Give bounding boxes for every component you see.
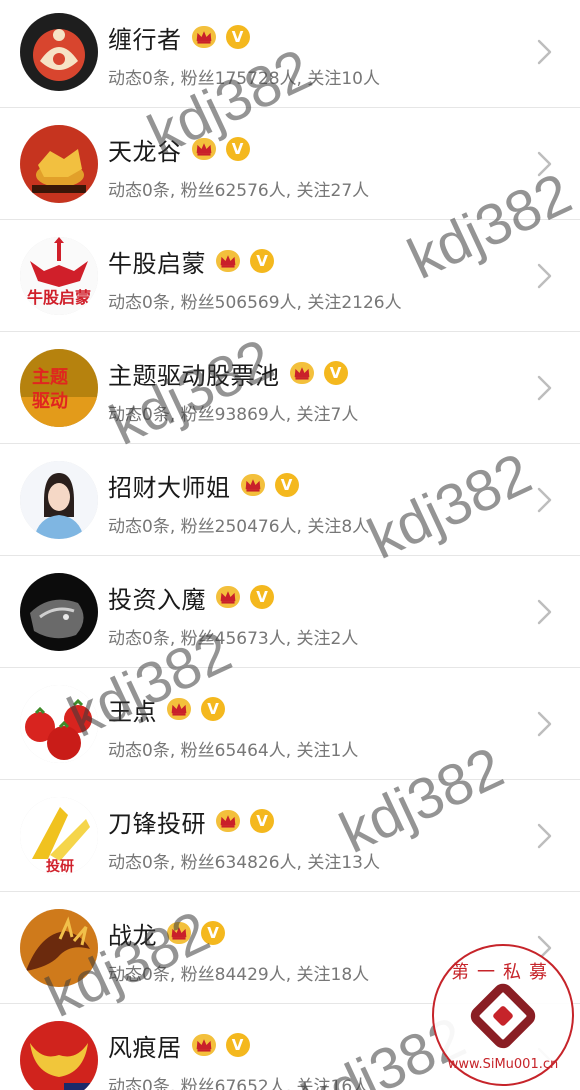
- chevron-right-icon[interactable]: [536, 598, 554, 626]
- user-name: 战龙: [108, 921, 157, 950]
- user-name-line: 刀锋投研 V: [108, 805, 274, 838]
- crown-icon: [289, 362, 314, 384]
- verified-icon: V: [274, 473, 299, 497]
- svg-text:投研: 投研: [46, 859, 74, 875]
- tomatoes-avatar[interactable]: [20, 685, 98, 763]
- crown-icon: [167, 922, 191, 944]
- golden-bull-avatar[interactable]: [20, 125, 98, 203]
- user-name: 天龙谷: [108, 137, 182, 166]
- verified-icon: V: [323, 361, 348, 385]
- red-bull-avatar[interactable]: [20, 1021, 98, 1090]
- crown-icon: [216, 810, 240, 832]
- crown-icon: [191, 138, 216, 160]
- user-row[interactable]: 牛股启蒙 牛股启蒙 V 动态0条, 粉丝506569人, 关注2126人: [0, 220, 580, 332]
- crown-icon: [191, 26, 216, 48]
- kundalini-avatar[interactable]: [20, 13, 98, 91]
- user-name-line: 王点 V: [108, 693, 225, 726]
- blade-research-avatar[interactable]: 投研: [20, 797, 98, 875]
- user-list: 缠行者 V 动态0条, 粉丝175728人, 关注10人 天龙谷 V 动态0条,…: [0, 0, 580, 1090]
- bull-logo-avatar[interactable]: 牛股启蒙: [20, 237, 98, 315]
- user-name-line: 投资入魔 V: [108, 581, 274, 614]
- user-name-line: 风痕居 V: [108, 1029, 250, 1062]
- user-stats: 动态0条, 粉丝67652人, 关注16人: [108, 1077, 370, 1090]
- user-row[interactable]: 投资入魔 V 动态0条, 粉丝45673人, 关注2人: [0, 556, 580, 668]
- user-name-line: 主题驱动股票池 V: [108, 357, 348, 390]
- user-name-line: 招财大师姐 V: [108, 469, 299, 502]
- user-stats: 动态0条, 粉丝84429人, 关注18人: [108, 965, 370, 985]
- user-row[interactable]: 主题驱动 主题驱动股票池 V 动态0条, 粉丝93869人, 关注7人: [0, 332, 580, 444]
- verified-icon: V: [225, 1033, 250, 1057]
- user-name: 投资入魔: [108, 585, 206, 614]
- chevron-right-icon[interactable]: [536, 262, 554, 290]
- user-stats: 动态0条, 粉丝93869人, 关注7人: [108, 405, 359, 425]
- chevron-right-icon[interactable]: [536, 486, 554, 514]
- user-row[interactable]: 缠行者 V 动态0条, 粉丝175728人, 关注10人: [0, 0, 580, 108]
- user-name: 牛股启蒙: [108, 249, 206, 278]
- verified-icon: V: [250, 809, 274, 833]
- user-stats: 动态0条, 粉丝65464人, 关注1人: [108, 741, 359, 761]
- crown-icon: [167, 698, 191, 720]
- user-name: 王点: [108, 697, 157, 726]
- user-stats: 动态0条, 粉丝250476人, 关注8人: [108, 517, 370, 537]
- theme-drive-avatar[interactable]: 主题 驱动: [20, 349, 98, 427]
- chevron-right-icon[interactable]: [536, 822, 554, 850]
- user-stats: 动态0条, 粉丝506569人, 关注2126人: [108, 293, 402, 313]
- user-name-line: 牛股启蒙 V: [108, 245, 274, 278]
- chevron-right-icon[interactable]: [536, 38, 554, 66]
- user-stats: 动态0条, 粉丝45673人, 关注2人: [108, 629, 359, 649]
- following-list-page: 缠行者 V 动态0条, 粉丝175728人, 关注10人 天龙谷 V 动态0条,…: [0, 0, 580, 1090]
- crown-icon: [191, 1034, 216, 1056]
- user-stats: 动态0条, 粉丝175728人, 关注10人: [108, 69, 380, 89]
- user-row[interactable]: 王点 V 动态0条, 粉丝65464人, 关注1人: [0, 668, 580, 780]
- crown-icon: [240, 474, 265, 496]
- user-stats: 动态0条, 粉丝634826人, 关注13人: [108, 853, 380, 873]
- svg-text:主题: 主题: [32, 366, 69, 388]
- user-name: 招财大师姐: [108, 473, 231, 502]
- verified-icon: V: [225, 25, 250, 49]
- chevron-right-icon[interactable]: [536, 710, 554, 738]
- site-logo-url: www.SiMu001.cn: [447, 1057, 559, 1072]
- woman-portrait-avatar[interactable]: [20, 461, 98, 539]
- svg-text:驱动: 驱动: [32, 391, 68, 412]
- dragon-avatar[interactable]: [20, 909, 98, 987]
- crown-icon: [216, 586, 240, 608]
- lion-avatar[interactable]: [20, 573, 98, 651]
- crown-icon: [216, 250, 240, 272]
- verified-icon: V: [250, 585, 274, 609]
- chevron-right-icon[interactable]: [536, 374, 554, 402]
- verified-icon: V: [250, 249, 274, 273]
- chevron-right-icon[interactable]: [536, 150, 554, 178]
- verified-icon: V: [201, 921, 225, 945]
- user-name: 刀锋投研: [108, 809, 206, 838]
- user-name: 主题驱动股票池: [108, 361, 280, 390]
- user-row[interactable]: 投研 刀锋投研 V 动态0条, 粉丝634826人, 关注13人: [0, 780, 580, 892]
- user-name: 缠行者: [108, 25, 182, 54]
- user-row[interactable]: 天龙谷 V 动态0条, 粉丝62576人, 关注27人: [0, 108, 580, 220]
- user-name-line: 缠行者 V: [108, 21, 250, 54]
- site-logo-stamp: 第一私募 www.SiMu001.cn: [432, 944, 574, 1086]
- verified-icon: V: [225, 137, 250, 161]
- site-logo-title: 第一私募: [451, 962, 555, 983]
- user-name: 风痕居: [108, 1033, 182, 1062]
- svg-text:牛股启蒙: 牛股启蒙: [27, 288, 91, 307]
- verified-icon: V: [201, 697, 225, 721]
- user-row[interactable]: 招财大师姐 V 动态0条, 粉丝250476人, 关注8人: [0, 444, 580, 556]
- user-name-line: 天龙谷 V: [108, 133, 250, 166]
- user-stats: 动态0条, 粉丝62576人, 关注27人: [108, 181, 370, 201]
- user-name-line: 战龙 V: [108, 917, 225, 950]
